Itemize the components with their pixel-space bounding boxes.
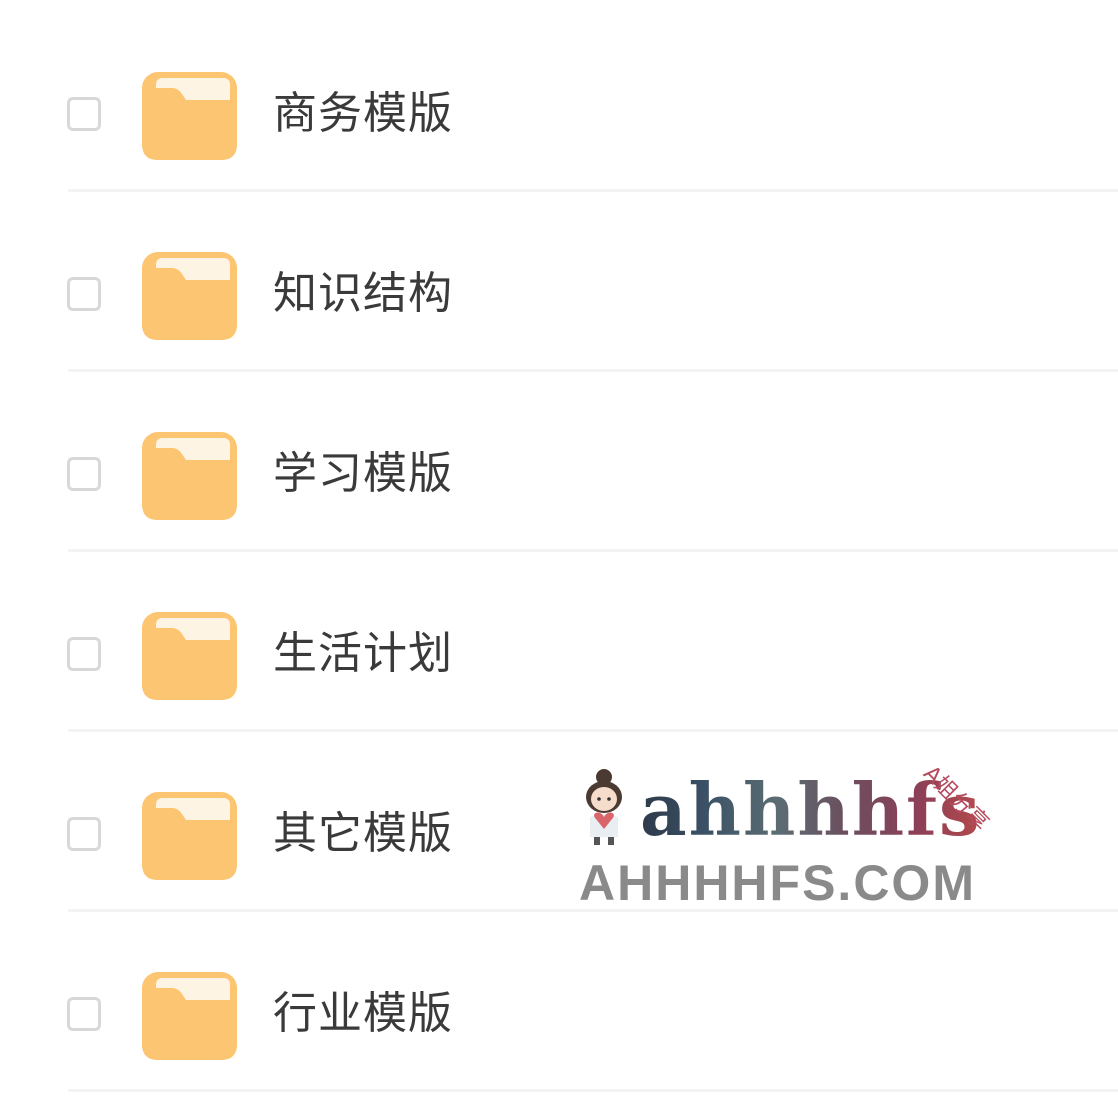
folder-icon <box>142 612 237 700</box>
folder-row[interactable]: 生活计划 <box>0 552 1118 732</box>
folder-name[interactable]: 商务模版 <box>273 84 453 144</box>
folder-icon <box>142 252 237 340</box>
folder-name[interactable]: 知识结构 <box>273 264 453 324</box>
checkbox-icon[interactable] <box>67 97 101 131</box>
folder-row[interactable]: 商务模版 <box>0 12 1118 192</box>
watermark-site: AHHHHFS.COM <box>579 855 976 911</box>
folder-row[interactable]: 学习模版 <box>0 372 1118 552</box>
watermark: ahhhhfs A姐分享 AHHHHFS.COM <box>575 755 1025 915</box>
folder-name[interactable]: 行业模版 <box>273 984 453 1044</box>
girl-mascot-icon <box>586 769 622 845</box>
folder-icon <box>142 72 237 160</box>
folder-row[interactable]: 知识结构 <box>0 192 1118 372</box>
folder-row[interactable]: 行业模版 <box>0 912 1118 1092</box>
checkbox-icon[interactable] <box>67 637 101 671</box>
checkbox-icon[interactable] <box>67 457 101 491</box>
folder-name[interactable]: 其它模版 <box>273 804 453 864</box>
checkbox-icon[interactable] <box>67 817 101 851</box>
folder-icon <box>142 432 237 520</box>
folder-icon <box>142 972 237 1060</box>
folder-icon <box>142 792 237 880</box>
folder-name[interactable]: 生活计划 <box>273 624 453 684</box>
checkbox-icon[interactable] <box>67 277 101 311</box>
checkbox-icon[interactable] <box>67 997 101 1031</box>
folder-name[interactable]: 学习模版 <box>273 444 453 504</box>
